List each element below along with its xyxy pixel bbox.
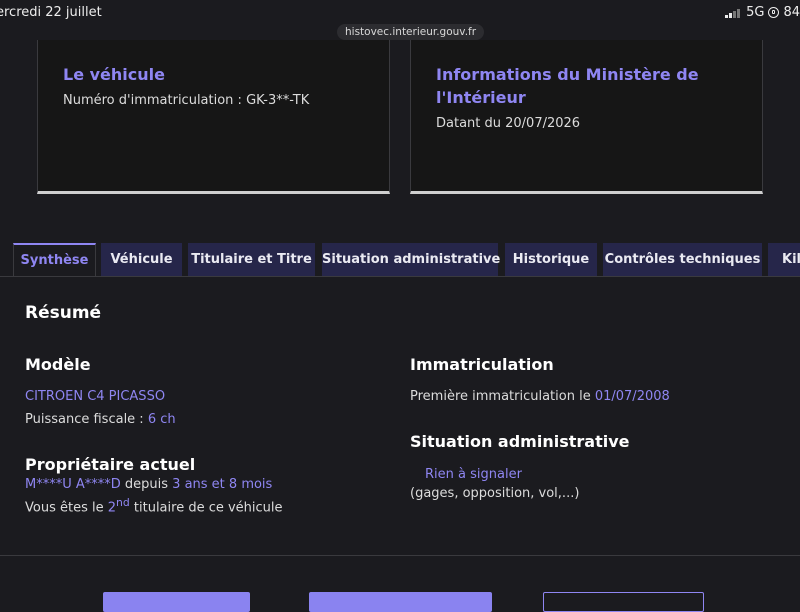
action-button-3[interactable] [543,592,704,612]
plate-number: Numéro d'immatriculation : GK-3**-TK [63,93,310,108]
registration-heading: Immatriculation [410,355,554,374]
vehicle-card: Le véhicule Numéro d'immatriculation : G… [37,40,390,194]
status-date: ercredi 22 juillet [0,5,102,20]
tab-titulaire[interactable]: Titulaire et Titre [188,243,315,276]
owner-name: M****U A****D [25,477,121,492]
fiscal-power: Puissance fiscale : 6 ch [25,412,176,427]
first-registration-date: 01/07/2008 [594,389,670,404]
summary-title: Résumé [25,303,102,323]
fiscal-power-label: Puissance fiscale : [25,412,148,427]
first-registration-label: Première immatriculation le [410,389,595,404]
owner-rank-number: 2 [107,500,117,516]
owner-duration: 3 ans et 8 mois [172,477,273,492]
owner-rank-rest: titulaire de ce véhicule [129,500,283,516]
owner-rank-prefix: Vous êtes le [25,500,108,516]
ministry-title-line1: Informations du Ministère de [436,65,699,84]
tab-controles-techniques[interactable]: Contrôles techniques [603,243,762,276]
vehicle-card-title: Le véhicule [63,65,165,84]
ministry-card-title: Informations du Ministère de l'Intérieur [436,63,736,109]
model-heading: Modèle [25,355,91,374]
tab-synthese[interactable]: Synthèse [13,243,96,277]
tab-kilometrage[interactable]: Kilo [768,243,800,276]
ministry-data-date: Datant du 20/07/2026 [436,116,581,131]
ministry-title-line2: l'Intérieur [436,88,526,107]
owner-since-word: depuis [120,477,173,492]
signal-icon [725,8,741,18]
tab-vehicule[interactable]: Véhicule [101,243,182,276]
tab-situation-administrative[interactable]: Situation administrative [322,243,500,276]
status-indicators: 5G 84 [725,5,800,20]
admin-status[interactable]: Rien à signaler [425,467,522,482]
tabs-bar: Synthèse Véhicule Titulaire et Titre Sit… [0,243,800,277]
first-registration: Première immatriculation le 01/07/2008 [410,389,670,404]
tab-historique[interactable]: Historique [505,243,597,276]
rotation-lock-icon [768,7,780,18]
model-name: CITROEN C4 PICASSO [25,389,166,404]
url-bar[interactable]: histovec.interieur.gouv.fr [337,24,485,40]
fiscal-power-value: 6 ch [147,412,176,427]
owner-line: M****U A****D depuis 3 ans et 8 mois [25,477,272,492]
ministry-card: Informations du Ministère de l'Intérieur… [410,40,763,194]
action-button-2[interactable] [309,592,492,612]
network-label: 5G [746,5,765,20]
battery-label: 84 [783,5,800,20]
admin-heading: Situation administrative [410,432,630,451]
owner-rank: Vous êtes le 2nd titulaire de ce véhicul… [25,496,283,515]
owner-rank-suffix: nd [116,496,130,509]
action-button-1[interactable] [103,592,250,612]
owner-heading: Propriétaire actuel [25,455,196,474]
admin-detail: (gages, opposition, vol,...) [410,486,580,501]
